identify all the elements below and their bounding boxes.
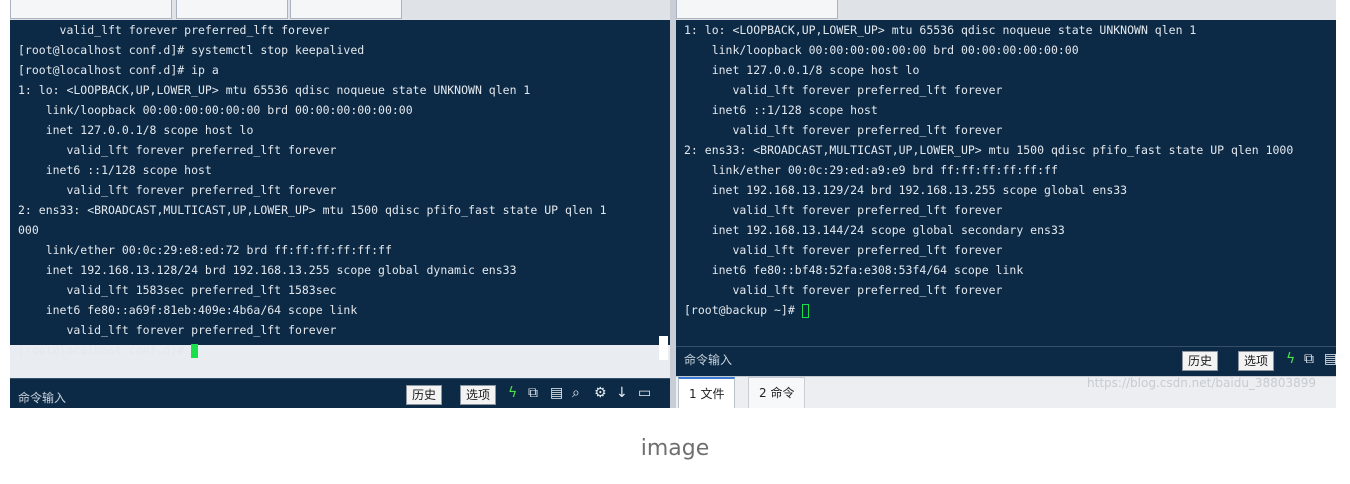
options-button[interactable]: 选项 xyxy=(1238,351,1275,371)
terminal-line: link/loopback 00:00:00:00:00:00 brd 00:0… xyxy=(684,43,1079,57)
terminal-line: valid_lft forever preferred_lft forever xyxy=(18,23,330,37)
right-terminal-pane: 1: lo: <LOOPBACK,UP,LOWER_UP> mtu 65536 … xyxy=(676,0,1336,408)
terminal-prompt-line[interactable]: [root@localhost conf.d]# xyxy=(10,340,670,360)
terminal-line: inet 192.168.13.128/24 brd 192.168.13.25… xyxy=(18,263,517,277)
terminal-line: valid_lft forever preferred_lft forever xyxy=(18,183,337,197)
session-tab[interactable] xyxy=(676,0,838,19)
terminal-line: valid_lft forever preferred_lft forever xyxy=(684,203,1003,217)
terminal-line: 000 xyxy=(18,223,39,237)
terminal-line: inet 192.168.13.144/24 scope global seco… xyxy=(684,223,1065,237)
terminal-line: inet6 ::1/128 scope host xyxy=(18,163,212,177)
image-caption: image xyxy=(640,436,710,461)
terminal-line: 1: lo: <LOOPBACK,UP,LOWER_UP> mtu 65536 … xyxy=(18,83,531,97)
terminal-line: valid_lft forever preferred_lft forever xyxy=(18,143,337,157)
terminal-line: [root@localhost conf.d]# systemctl stop … xyxy=(18,43,365,57)
gear-icon[interactable]: ⚙ xyxy=(594,385,607,401)
terminal-line: inet6 ::1/128 scope host xyxy=(684,103,878,117)
lightning-icon[interactable]: ϟ xyxy=(508,385,517,401)
download-icon[interactable]: ↓ xyxy=(616,385,628,401)
terminal-line: inet6 fe80::bf48:52fa:e308:53f4/64 scope… xyxy=(684,263,1024,277)
terminal-line: link/ether 00:0c:29:e8:ed:72 brd ff:ff:f… xyxy=(18,243,392,257)
paste-icon[interactable]: ▤ xyxy=(1324,351,1336,367)
tab-commands[interactable]: 2 命令 xyxy=(748,377,806,408)
terminal-prompt: [root@backup ~]# xyxy=(684,303,802,317)
left-command-bar: 命令输入 历史 选项 ϟ ⧉ ▤ ⌕ ⚙ ↓ ▭ xyxy=(10,378,670,408)
copy-icon[interactable]: ⧉ xyxy=(1304,351,1314,367)
terminal-cursor xyxy=(191,343,199,358)
terminal-line: link/loopback 00:00:00:00:00:00 brd 00:0… xyxy=(18,103,413,117)
copy-icon[interactable]: ⧉ xyxy=(528,385,538,401)
terminal-line: 2: ens33: <BROADCAST,MULTICAST,UP,LOWER_… xyxy=(684,143,1294,157)
terminal-cursor xyxy=(801,303,809,318)
terminal-line: inet6 fe80::a69f:81eb:409e:4b6a/64 scope… xyxy=(18,303,358,317)
terminal-line: 1: lo: <LOOPBACK,UP,LOWER_UP> mtu 65536 … xyxy=(684,23,1197,37)
terminal-line: valid_lft forever preferred_lft forever xyxy=(684,123,1003,137)
terminal-line: inet 192.168.13.129/24 brd 192.168.13.25… xyxy=(684,183,1128,197)
search-icon[interactable]: ⌕ xyxy=(572,385,580,401)
command-input-label[interactable]: 命令输入 xyxy=(684,351,732,368)
terminal-prompt-line[interactable]: [root@backup ~]# xyxy=(676,300,1336,320)
terminal-line: valid_lft forever preferred_lft forever xyxy=(684,283,1003,297)
right-command-bar: 命令输入 历史 选项 ϟ ⧉ ▤ xyxy=(676,346,1336,377)
terminal-prompt: [root@localhost conf.d]# xyxy=(18,343,192,357)
options-button[interactable]: 选项 xyxy=(460,385,497,405)
left-tab-strip xyxy=(10,0,670,21)
session-tab[interactable] xyxy=(10,0,172,19)
command-input-label[interactable]: 命令输入 xyxy=(18,389,66,406)
left-terminal-pane: valid_lft forever preferred_lft forever … xyxy=(10,0,670,408)
tab-files[interactable]: 1 文件 xyxy=(678,377,736,408)
terminal-line: inet 127.0.0.1/8 scope host lo xyxy=(18,123,254,137)
terminal-line: valid_lft forever preferred_lft forever xyxy=(684,83,1003,97)
terminal-line: inet 127.0.0.1/8 scope host lo xyxy=(684,63,920,77)
terminal-line: valid_lft forever preferred_lft forever xyxy=(18,323,337,337)
session-tab[interactable] xyxy=(176,0,288,19)
terminal-line: link/ether 00:0c:29:ed:a9:e9 brd ff:ff:f… xyxy=(684,163,1058,177)
watermark: https://blog.csdn.net/baidu_38803899 xyxy=(1087,376,1316,390)
session-tab[interactable] xyxy=(290,0,402,19)
right-terminal-output[interactable]: 1: lo: <LOOPBACK,UP,LOWER_UP> mtu 65536 … xyxy=(676,20,1336,346)
terminal-scrollbar[interactable] xyxy=(659,336,668,360)
right-tab-strip xyxy=(676,0,1336,21)
terminal-line: [root@localhost conf.d]# ip a xyxy=(18,63,219,77)
paste-icon[interactable]: ▤ xyxy=(550,385,563,401)
window-icon[interactable]: ▭ xyxy=(638,385,651,401)
terminal-line: valid_lft forever preferred_lft forever xyxy=(684,243,1003,257)
left-terminal-output[interactable]: valid_lft forever preferred_lft forever … xyxy=(10,20,670,360)
terminal-line: valid_lft 1583sec preferred_lft 1583sec xyxy=(18,283,337,297)
history-button[interactable]: 历史 xyxy=(1182,351,1219,371)
lightning-icon[interactable]: ϟ xyxy=(1286,351,1295,367)
screenshot: valid_lft forever preferred_lft forever … xyxy=(10,0,1336,408)
terminal-line: 2: ens33: <BROADCAST,MULTICAST,UP,LOWER_… xyxy=(18,203,607,217)
history-button[interactable]: 历史 xyxy=(406,385,443,405)
